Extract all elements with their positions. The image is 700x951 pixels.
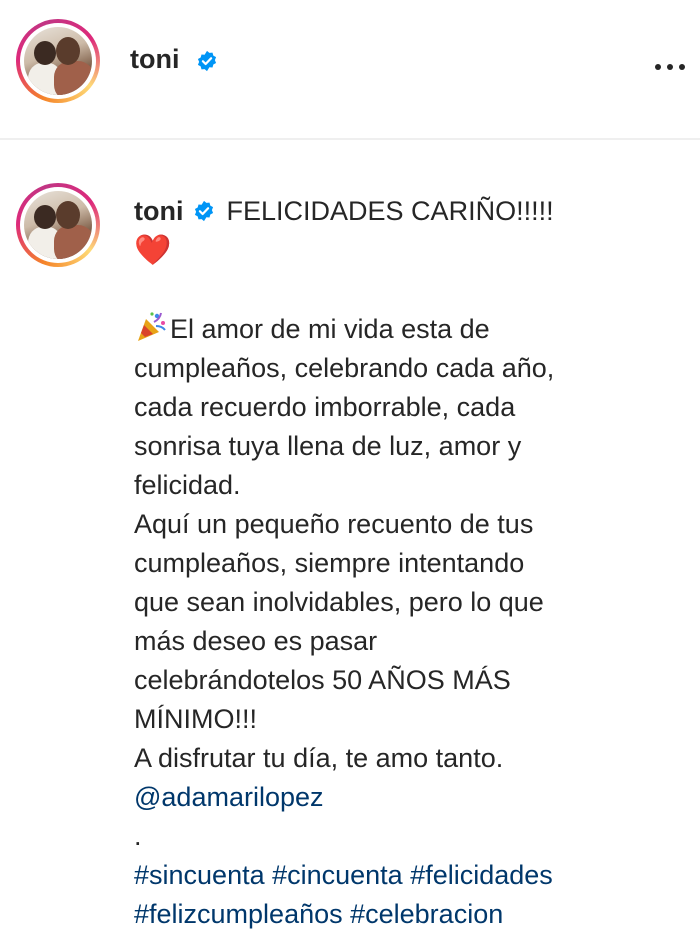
profile-photo [24,27,92,95]
heart-icon: ❤️ [134,234,172,267]
caption-line-2: cumpleaños, celebrando cada año, [134,353,555,383]
caption-line-11: MÍNIMO!!! [134,704,257,734]
party-popper-icon [138,312,166,341]
caption-line-7: cumpleaños, siempre intentando [134,548,525,578]
mention-link[interactable]: @adamarilopez [134,782,324,812]
post-header: toni [0,0,700,140]
caption-line-10: celebrándotelos 50 AÑOS MÁS [134,665,511,695]
hashtags-links[interactable]: #sincuenta #cincuenta #felicidades [134,860,553,890]
author-username[interactable]: toni [130,44,179,75]
profile-photo [24,191,92,259]
caption-first-line: toni FELICIDADES CARIÑO!!!!! [134,192,694,231]
caption-line-1: El amor de mi vida esta de [134,310,694,349]
caption-author-avatar[interactable] [16,183,100,267]
caption-text: toni FELICIDADES CARIÑO!!!!! ❤️ El amor … [134,192,694,934]
hashtags-line-2: #felizcumpleaños #celebracion [134,895,694,934]
caption-line-12: A disfrutar tu día, te amo tanto. [134,743,504,773]
hashtags-links[interactable]: #felizcumpleaños #celebracion [134,899,503,929]
caption-headline: FELICIDADES CARIÑO!!!!! [226,196,554,226]
caption-line-4: sonrisa tuya llena de luz, amor y [134,431,522,461]
caption-line-5: felicidad. [134,470,241,500]
caption-text-line: El amor de mi vida esta de [170,314,490,344]
heart-line: ❤️ [134,231,694,271]
caption-line-8: que sean inolvidables, pero lo que [134,587,544,617]
verified-badge-icon [197,50,217,72]
caption-line-3: cada recuerdo imborrable, cada [134,392,516,422]
caption-line-6: Aquí un pequeño recuento de tus [134,509,534,539]
author-avatar[interactable] [16,19,100,103]
mention-line: @adamarilopez [134,778,694,817]
verified-badge-icon [194,200,214,222]
more-options-button[interactable] [653,60,687,74]
dot-line: . [134,821,142,851]
hashtags-line-1: #sincuenta #cincuenta #felicidades [134,856,694,895]
caption-username[interactable]: toni [134,196,183,226]
caption-line-9: más deseo es pasar [134,626,378,656]
